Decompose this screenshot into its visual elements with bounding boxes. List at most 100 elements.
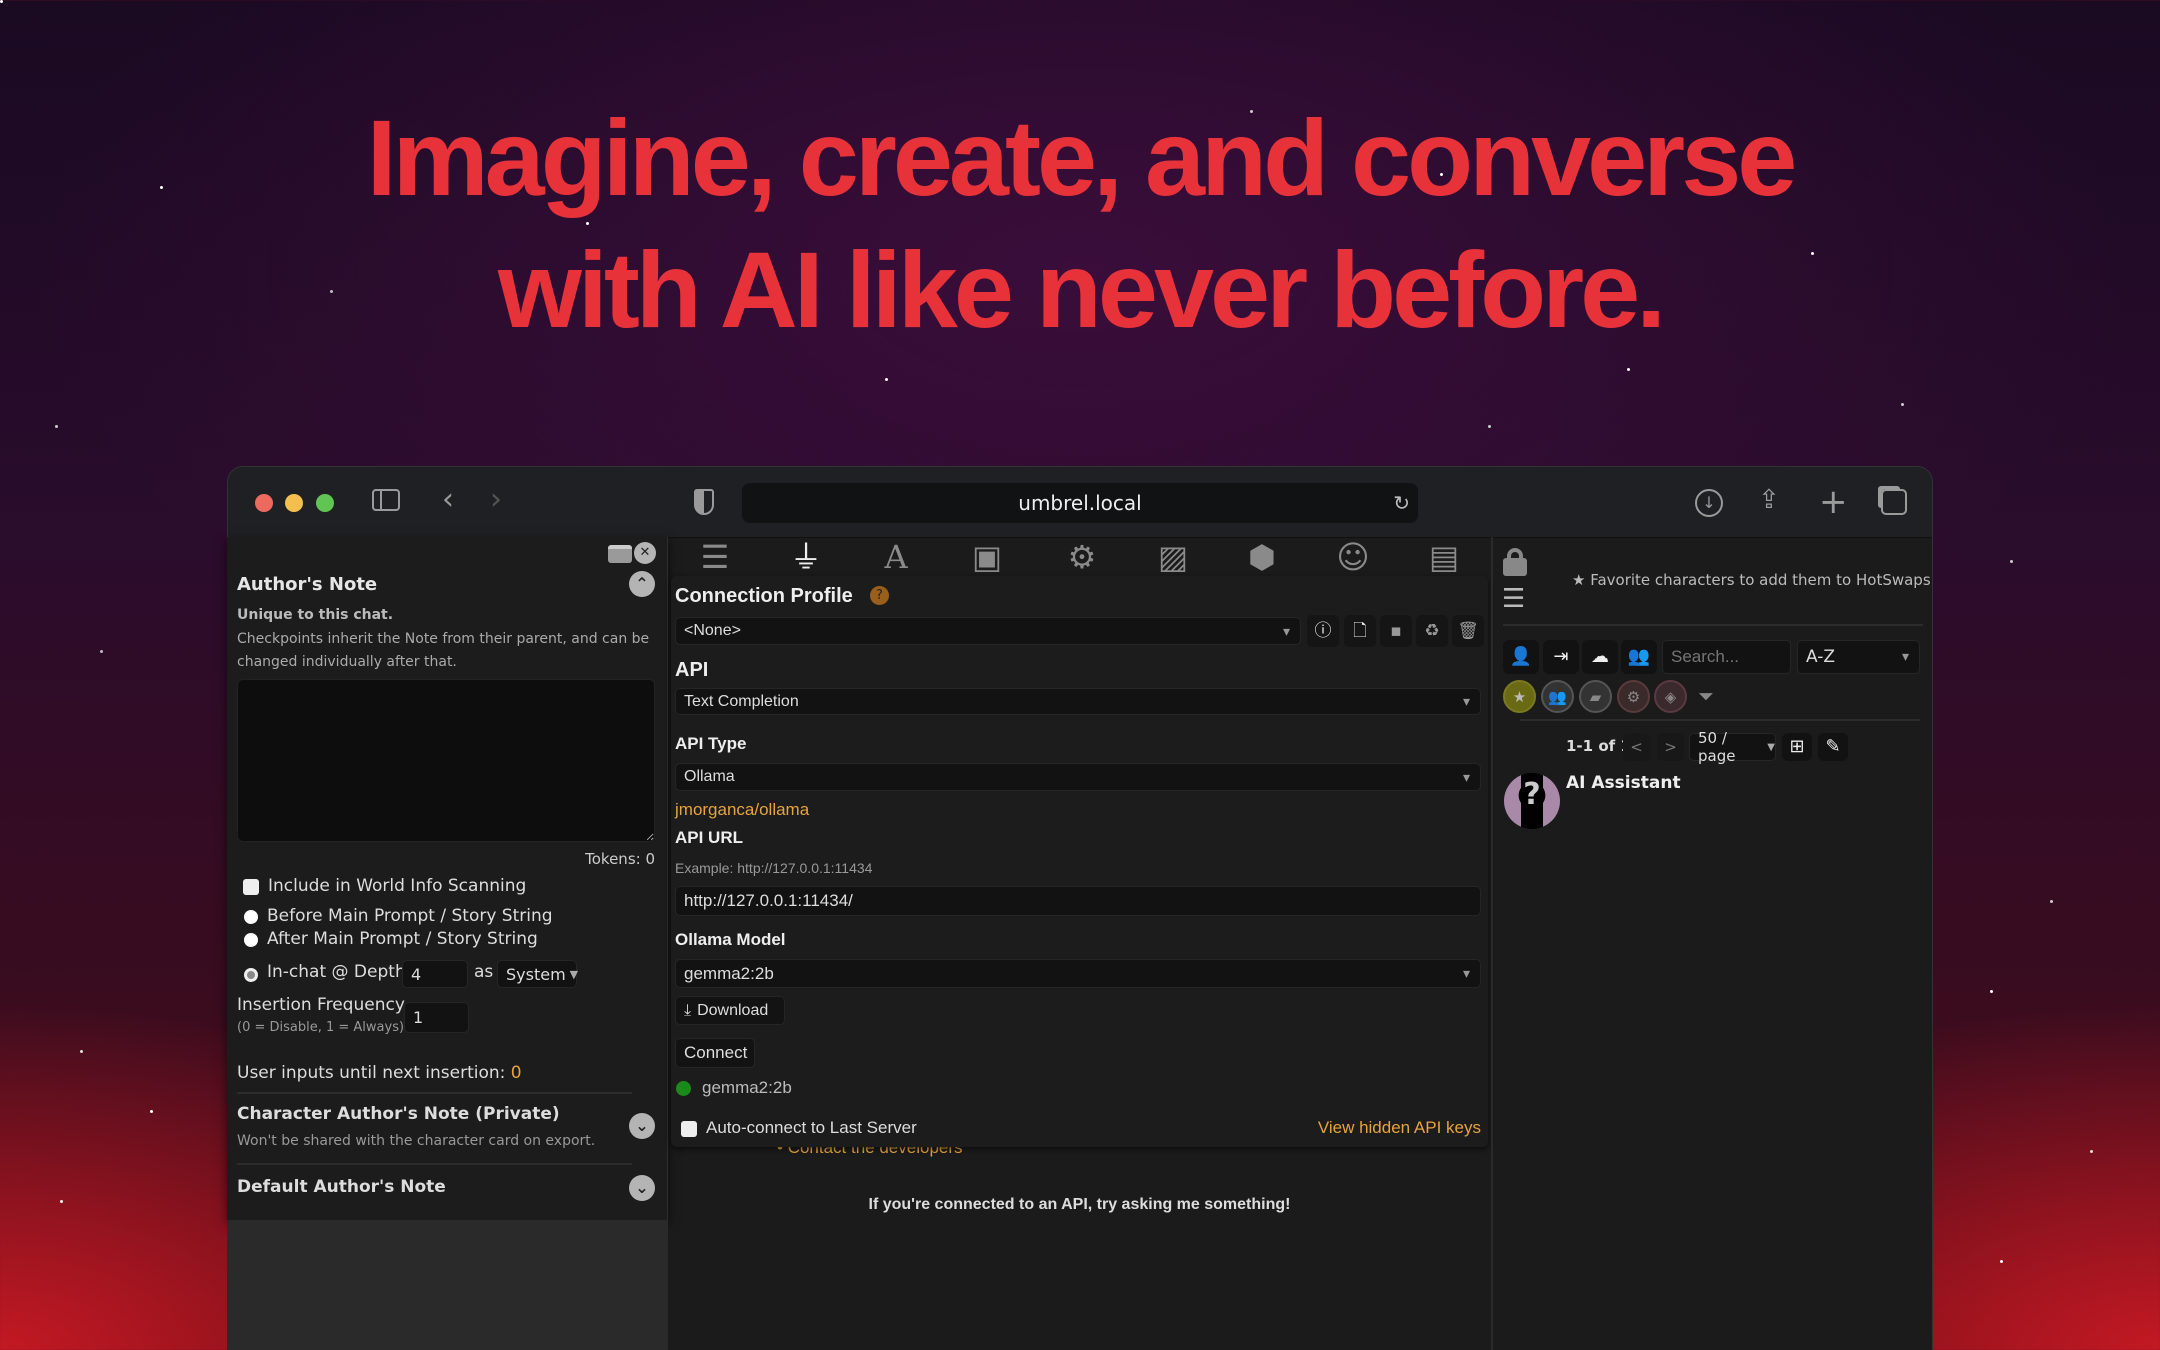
char-note-title[interactable]: Character Author's Note (Private) (237, 1104, 560, 1124)
maximize-panel-icon[interactable] (608, 545, 632, 563)
profile-select[interactable]: <None> (675, 617, 1301, 645)
info-icon[interactable]: ⓘ (1307, 615, 1339, 647)
divider (1503, 624, 1923, 626)
starfield (0, 0, 3, 3)
chevron-down-icon[interactable]: ⌄ (629, 1113, 655, 1139)
per-page-value: 50 / page (1698, 729, 1736, 765)
plug-icon[interactable]: ⏚ (786, 537, 826, 577)
download-label: Download (697, 1001, 769, 1019)
per-page-select[interactable]: 50 / page ▼ (1689, 729, 1776, 765)
sliders-icon[interactable]: ☰ (695, 537, 735, 577)
authors-note-textarea[interactable] (237, 679, 655, 842)
group-settings-icon[interactable]: 👥 (1621, 640, 1657, 674)
role-select[interactable]: System ▼ (497, 960, 579, 988)
cloud-download-icon[interactable]: ☁ (1582, 640, 1618, 674)
view-hidden-keys-link[interactable]: View hidden API keys (1318, 1118, 1481, 1138)
world-book-icon[interactable]: ▣ (967, 537, 1007, 577)
char-note-desc: Won't be shared with the character card … (237, 1133, 596, 1149)
api-url-label: API URL (675, 828, 743, 847)
minimize-window-button[interactable] (285, 494, 303, 512)
cubes-icon[interactable]: ⬢ (1242, 537, 1282, 577)
clear-filter-icon[interactable]: ⏷ (1698, 684, 1714, 708)
ollama-link[interactable]: jmorganca/ollama (675, 800, 809, 820)
back-icon[interactable]: ‹ (442, 485, 454, 515)
unique-label: Unique to this chat. (237, 607, 394, 623)
list-icon[interactable]: ☰ (1502, 586, 1525, 612)
filter-folder-icon[interactable]: ▰ (1579, 680, 1612, 713)
recycle-icon[interactable]: ♻ (1416, 615, 1448, 647)
api-url-example: Example: http://127.0.0.1:11434 (675, 860, 873, 876)
zoom-window-button[interactable] (316, 494, 334, 512)
url-text: umbrel.local (1018, 491, 1142, 515)
api-url-input[interactable]: http://127.0.0.1:11434/ (675, 886, 1481, 916)
frequency-input[interactable]: 1 (404, 1002, 469, 1033)
model-select[interactable]: gemma2:2b (675, 959, 1481, 988)
api-select[interactable]: Text Completion (675, 688, 1481, 715)
close-window-button[interactable] (255, 494, 273, 512)
status-dot-icon (676, 1081, 691, 1096)
address-bar[interactable]: umbrel.local ↻ (742, 483, 1418, 523)
filter-groups-icon[interactable]: 👥 (1541, 680, 1574, 713)
reload-icon[interactable]: ↻ (1393, 483, 1410, 523)
tokens-count: Tokens: 0 (585, 850, 655, 868)
chevron-down-icon[interactable]: ⌄ (629, 1175, 655, 1201)
character-search-input[interactable] (1662, 640, 1791, 674)
smile-icon[interactable]: ☺ (1333, 537, 1373, 577)
help-icon[interactable]: ? (870, 586, 889, 605)
position-before-radio[interactable] (244, 910, 258, 924)
star-icon: ★ (1572, 571, 1591, 589)
character-avatar[interactable]: ? (1504, 773, 1560, 829)
auto-connect-label: Auto-connect to Last Server (706, 1118, 917, 1137)
grid-view-icon[interactable]: ⊞ (1782, 733, 1812, 761)
authors-note-desc-1: Checkpoints inherit the Note from their … (237, 631, 650, 647)
download-icon: ⤓ (684, 1001, 692, 1019)
character-name[interactable]: AI Assistant (1566, 773, 1681, 793)
bulk-edit-icon[interactable]: ✎ (1818, 733, 1848, 761)
filter-tags-icon[interactable]: ◈ (1654, 680, 1687, 713)
caret-down-icon: ▼ (569, 967, 579, 981)
include-wi-checkbox[interactable] (243, 879, 259, 895)
position-after-radio[interactable] (244, 933, 258, 947)
model-label: Ollama Model (675, 930, 786, 949)
close-panel-icon[interactable]: ✕ (634, 542, 656, 564)
user-inputs-label: User inputs until next insertion: (237, 1063, 506, 1083)
lock-icon[interactable] (1503, 548, 1527, 576)
new-tab-icon[interactable]: + (1819, 485, 1848, 519)
column-divider (1491, 537, 1493, 1350)
authors-note-title: Author's Note (237, 574, 378, 595)
auto-connect-checkbox[interactable] (681, 1121, 697, 1137)
forward-icon[interactable]: › (490, 485, 502, 515)
sort-select[interactable]: A-Z (1797, 640, 1920, 674)
create-character-icon[interactable]: 👤 (1503, 640, 1539, 674)
shield-icon[interactable] (694, 489, 714, 515)
user-gear-icon[interactable]: ⚙ (1062, 537, 1102, 577)
position-before-label: Before Main Prompt / Story String (267, 906, 553, 926)
depth-input[interactable]: 4 (402, 960, 468, 988)
downloads-icon[interactable]: ↓ (1695, 489, 1723, 517)
connect-button[interactable]: Connect (675, 1038, 755, 1068)
filter-gear-icon[interactable]: ⚙ (1617, 680, 1650, 713)
image-icon[interactable]: ▨ (1153, 537, 1193, 577)
sidebar-toggle-icon[interactable] (372, 489, 400, 511)
chevron-up-icon[interactable]: ⌃ (629, 571, 655, 597)
default-note-title[interactable]: Default Author's Note (237, 1177, 446, 1197)
filter-favorites-icon[interactable]: ★ (1503, 680, 1536, 713)
api-type-select[interactable]: Ollama (675, 763, 1481, 791)
trash-icon[interactable]: 🗑 (1452, 615, 1484, 647)
chat-prompt: If you're connected to an API, try askin… (868, 1196, 1291, 1213)
position-inchat-radio[interactable] (244, 968, 258, 982)
next-page-button[interactable]: > (1657, 733, 1684, 761)
id-card-icon[interactable]: ▤ (1424, 537, 1464, 577)
headline-line-2: with AI like never before. (497, 229, 1666, 350)
pagination-info: 1-1 of 1 (1566, 737, 1631, 755)
share-icon[interactable]: ⇪ (1758, 487, 1780, 513)
new-profile-icon[interactable]: 🗋 (1344, 615, 1376, 647)
tab-overview-icon[interactable] (1881, 489, 1907, 515)
download-button[interactable]: ⤓ Download (675, 996, 785, 1025)
left-background (227, 1220, 668, 1350)
font-icon[interactable]: A (876, 537, 916, 577)
prev-page-button[interactable]: < (1623, 733, 1650, 761)
import-file-icon[interactable]: ⇥ (1543, 640, 1579, 674)
divider (1520, 719, 1920, 721)
save-icon[interactable]: ▪ (1380, 615, 1412, 647)
